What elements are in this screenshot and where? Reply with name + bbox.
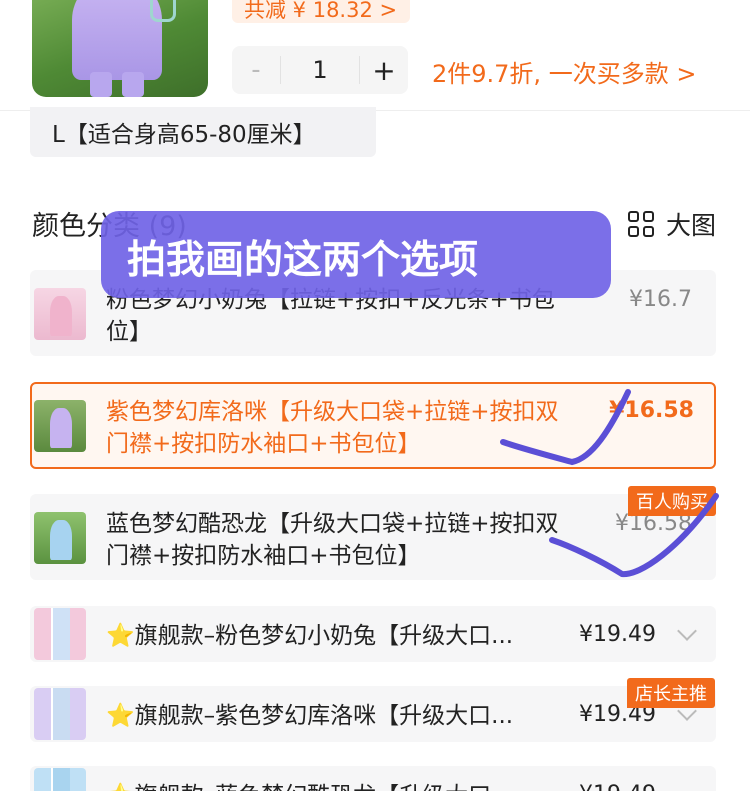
star-icon: ⭐ [106,623,135,649]
option-name: 旗舰款–紫色梦幻库洛咪【升级大口... [134,703,514,729]
star-icon: ⭐ [106,783,135,791]
star-icon: ⭐ [106,703,135,729]
product-thumbnail[interactable] [32,0,208,97]
option-thumbnail [34,400,86,452]
color-option-purple-kuromi[interactable]: 紫色梦幻库洛咪【升级大口袋+拉链+按扣双 门襟+按扣防水袖口+书包位】 ¥16.… [30,382,716,469]
quantity-stepper: - 1 + [232,46,408,94]
option-thumbnail [34,512,86,564]
annotation-note: 拍我画的这两个选项 [101,211,611,298]
quantity-input[interactable]: 1 [280,56,360,84]
big-view-toggle[interactable]: 大图 [628,206,716,242]
size-option-l[interactable]: L【适合身高65-80厘米】 [30,107,376,157]
option-thumbnail [34,688,86,740]
color-option-blue-dino[interactable]: 蓝色梦幻酷恐龙【升级大口袋+拉链+按扣双 门襟+按扣防水袖口+书包位】 ¥16.… [30,494,716,580]
option-name-cont: 门襟+按扣防水袖口+书包位】 [106,431,421,457]
option-price: ¥16.58 [609,398,694,423]
option-thumbnail [34,288,86,340]
option-thumbnail [34,608,86,660]
option-name-cont: 门襟+按扣防水袖口+书包位】 [106,543,421,569]
option-price: ¥16.7 [629,287,692,312]
option-name: 旗舰款–粉色梦幻小奶兔【升级大口... [134,623,514,649]
option-name-cont: 位】 [106,319,152,345]
option-name: 紫色梦幻库洛咪【升级大口袋+拉链+按扣双 [106,399,559,425]
color-option-flagship-purple[interactable]: ⭐旗舰款–紫色梦幻库洛咪【升级大口... ¥19.49 [30,686,716,742]
option-thumbnail [34,768,86,791]
option-price: ¥19.49 [579,622,656,647]
product-header: 共减 ¥ 18.32 > - 1 + 2件9.7折, 一次买多款 > [0,0,750,111]
option-price: ¥19.49 [579,782,656,791]
color-option-flagship-blue[interactable]: ⭐旗舰款–蓝色梦幻酷恐龙【升级大口... ¥19.49 [30,766,716,791]
grid-icon [628,211,654,237]
option-badge: 店长主推 [627,678,715,708]
chevron-down-icon[interactable] [677,621,697,641]
option-badge: 百人购买 [628,486,716,516]
color-option-flagship-pink[interactable]: ⭐旗舰款–粉色梦幻小奶兔【升级大口... ¥19.49 [30,606,716,662]
multi-buy-link[interactable]: 2件9.7折, 一次买多款 > [432,54,696,89]
option-name: 蓝色梦幻酷恐龙【升级大口袋+拉链+按扣双 [106,511,559,537]
big-view-label: 大图 [666,211,717,240]
increase-button[interactable]: + [360,54,408,87]
decrease-button[interactable]: - [232,55,280,85]
option-name: 旗舰款–蓝色梦幻酷恐龙【升级大口... [135,783,513,791]
discount-tag[interactable]: 共减 ¥ 18.32 > [232,0,410,23]
